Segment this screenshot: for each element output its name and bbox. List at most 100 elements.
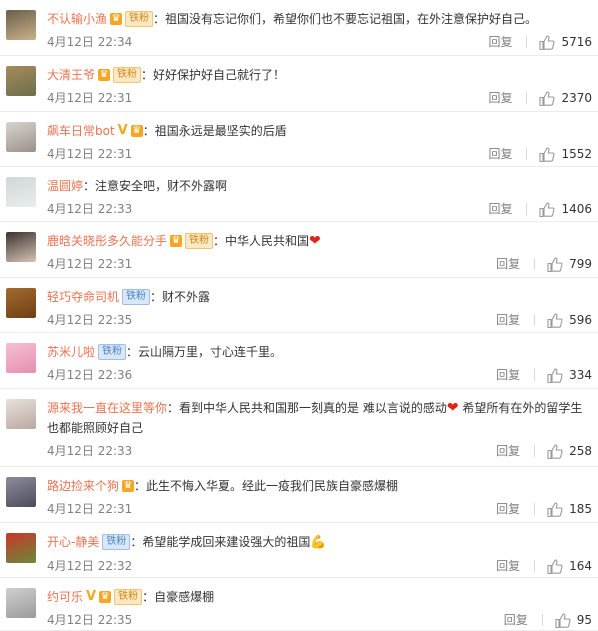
thumbs-up-icon (539, 90, 555, 106)
avatar[interactable] (6, 232, 36, 262)
avatar[interactable] (6, 477, 36, 507)
reply-button[interactable]: 回复 (504, 609, 528, 631)
like-count: 1406 (561, 202, 592, 216)
crown-icon: ♛ (99, 590, 112, 603)
comment-text: 云山隔万里，寸心连千里。 (138, 345, 283, 359)
reply-button[interactable]: 回复 (496, 253, 520, 275)
like-button[interactable]: 258 (547, 440, 592, 462)
divider (534, 560, 536, 572)
avatar[interactable] (6, 533, 36, 563)
reply-button[interactable]: 回复 (496, 498, 520, 520)
user-badges: ♛ 铁粉 (95, 66, 142, 83)
divider (526, 203, 528, 215)
avatar[interactable] (6, 66, 36, 96)
comment-time: 4月12日 22:31 (47, 257, 133, 271)
comment-time: 4月12日 22:31 (47, 502, 133, 516)
fan-badge: 铁粉 (113, 66, 142, 83)
fan-badge: 铁粉 (125, 10, 154, 27)
comment-line: 源来我一直在这里等你：看到中华人民共和国那一刻真的是 难以言说的感动❤ 希望所有… (47, 398, 587, 438)
fan-badge: 铁粉 (114, 588, 143, 605)
username-link[interactable]: 源来我一直在这里等你 (47, 401, 167, 415)
comment-time: 4月12日 22:33 (47, 444, 133, 458)
username-link[interactable]: 鹿晗关晓彤多久能分手 (47, 234, 167, 248)
reply-button[interactable]: 回复 (496, 309, 520, 331)
like-count: 799 (569, 257, 592, 271)
comment-line: 路边捡来个狗 ♛ ：此生不悔入华夏。经此一疫我们民族自豪感爆棚 (47, 476, 598, 496)
username-link[interactable]: 不认输小渔 (47, 12, 107, 26)
reply-button[interactable]: 回复 (496, 440, 520, 462)
like-button[interactable]: 1552 (539, 143, 592, 165)
like-count: 258 (569, 444, 592, 458)
username-link[interactable]: 大清王爷 (47, 68, 95, 82)
like-button[interactable]: 334 (547, 364, 592, 386)
username-link[interactable]: 飙车日常bot (47, 124, 115, 138)
comment-item: 开心-静美 铁粉 ：希望能学成回来建设强大的祖国💪 4月12日 22:32 回复 1… (0, 523, 598, 578)
username-link[interactable]: 温圆婷 (47, 179, 83, 193)
reply-button[interactable]: 回复 (496, 364, 520, 386)
username-link[interactable]: 苏米儿啦 (47, 345, 95, 359)
comment-line: 鹿晗关晓彤多久能分手 ♛ 铁粉 ：中华人民共和国❤ (47, 231, 598, 251)
like-button[interactable]: 185 (547, 498, 592, 520)
comment-text: 财不外露 (162, 290, 211, 304)
avatar[interactable] (6, 288, 36, 318)
avatar[interactable] (6, 177, 36, 207)
colon: ： (213, 234, 226, 248)
verified-v-icon: V (86, 588, 97, 604)
username-link[interactable]: 路边捡来个狗 (47, 479, 119, 493)
like-button[interactable]: 596 (547, 309, 592, 331)
comment-text: 中华人民共和国 (225, 234, 310, 248)
like-button[interactable]: 5716 (539, 31, 592, 53)
colon: ： (142, 590, 155, 604)
crown-icon: ♛ (122, 479, 135, 492)
username-link[interactable]: 约可乐 (47, 590, 83, 604)
username-link[interactable]: 开心-静美 (47, 535, 99, 549)
thumbs-up-icon (547, 312, 563, 328)
reply-button[interactable]: 回复 (496, 555, 520, 577)
colon: ： (153, 12, 166, 26)
avatar[interactable] (6, 588, 36, 618)
comment-text: 看到中华人民共和国那一刻真的是 难以言说的感动 (179, 401, 447, 415)
reply-button[interactable]: 回复 (488, 31, 512, 53)
reply-button[interactable]: 回复 (488, 198, 512, 220)
reply-button[interactable]: 回复 (488, 87, 512, 109)
comment-time: 4月12日 22:36 (47, 368, 133, 382)
comment-item: 路边捡来个狗 ♛ ：此生不悔入华夏。经此一疫我们民族自豪感爆棚 4月12日 22:3… (0, 467, 598, 523)
user-badges: V ♛ 铁粉 (83, 588, 143, 605)
crown-icon: ♛ (170, 234, 183, 247)
avatar[interactable] (6, 399, 36, 429)
like-button[interactable]: 2370 (539, 87, 592, 109)
divider (534, 258, 536, 270)
colon: ： (142, 124, 155, 138)
comment-item: 源来我一直在这里等你：看到中华人民共和国那一刻真的是 难以言说的感动❤ 希望所有… (0, 389, 598, 467)
thumbs-up-icon (547, 256, 563, 272)
comment-item: 约可乐 V ♛ 铁粉 ：自豪感爆棚 4月12日 22:35 回复 95 (0, 578, 598, 631)
like-button[interactable]: 799 (547, 253, 592, 275)
username-link[interactable]: 轻巧夺命司机 (47, 290, 119, 304)
comment-line: 轻巧夺命司机 铁粉 ：财不外露 (47, 287, 598, 307)
like-count: 164 (569, 559, 592, 573)
avatar[interactable] (6, 10, 36, 40)
like-count: 5716 (561, 35, 592, 49)
comment-line: 不认输小渔 ♛ 铁粉 ：祖国没有忘记你们，希望你们也不要忘记祖国，在外注意保护好自己。 (47, 9, 598, 29)
avatar[interactable] (6, 343, 36, 373)
like-button[interactable]: 164 (547, 555, 592, 577)
comment-item: 飙车日常bot V ♛ ：祖国永远是最坚实的后盾 4月12日 22:31 回复 155… (0, 112, 598, 167)
like-button[interactable]: 1406 (539, 198, 592, 220)
like-count: 185 (569, 502, 592, 516)
reply-button[interactable]: 回复 (488, 143, 512, 165)
avatar[interactable] (6, 122, 36, 152)
crown-icon: ♛ (110, 12, 123, 25)
heart-icon: ❤ (446, 400, 459, 416)
divider (534, 314, 536, 326)
like-count: 95 (576, 613, 592, 627)
thumbs-up-icon (539, 146, 555, 162)
user-badges: 铁粉 (95, 343, 127, 360)
like-button[interactable]: 95 (555, 609, 592, 631)
comment-item: 不认输小渔 ♛ 铁粉 ：祖国没有忘记你们，希望你们也不要忘记祖国，在外注意保护好自己。… (0, 0, 598, 56)
divider (526, 148, 528, 160)
comment-text: 好好保护好自己就行了！ (153, 68, 286, 82)
comment-item: 轻巧夺命司机 铁粉 ：财不外露 4月12日 22:35 回复 596 (0, 278, 598, 333)
like-count: 1552 (561, 147, 592, 161)
comment-time: 4月12日 22:34 (47, 35, 133, 49)
comment-line: 大清王爷 ♛ 铁粉 ：好好保护好自己就行了！ (47, 65, 598, 85)
